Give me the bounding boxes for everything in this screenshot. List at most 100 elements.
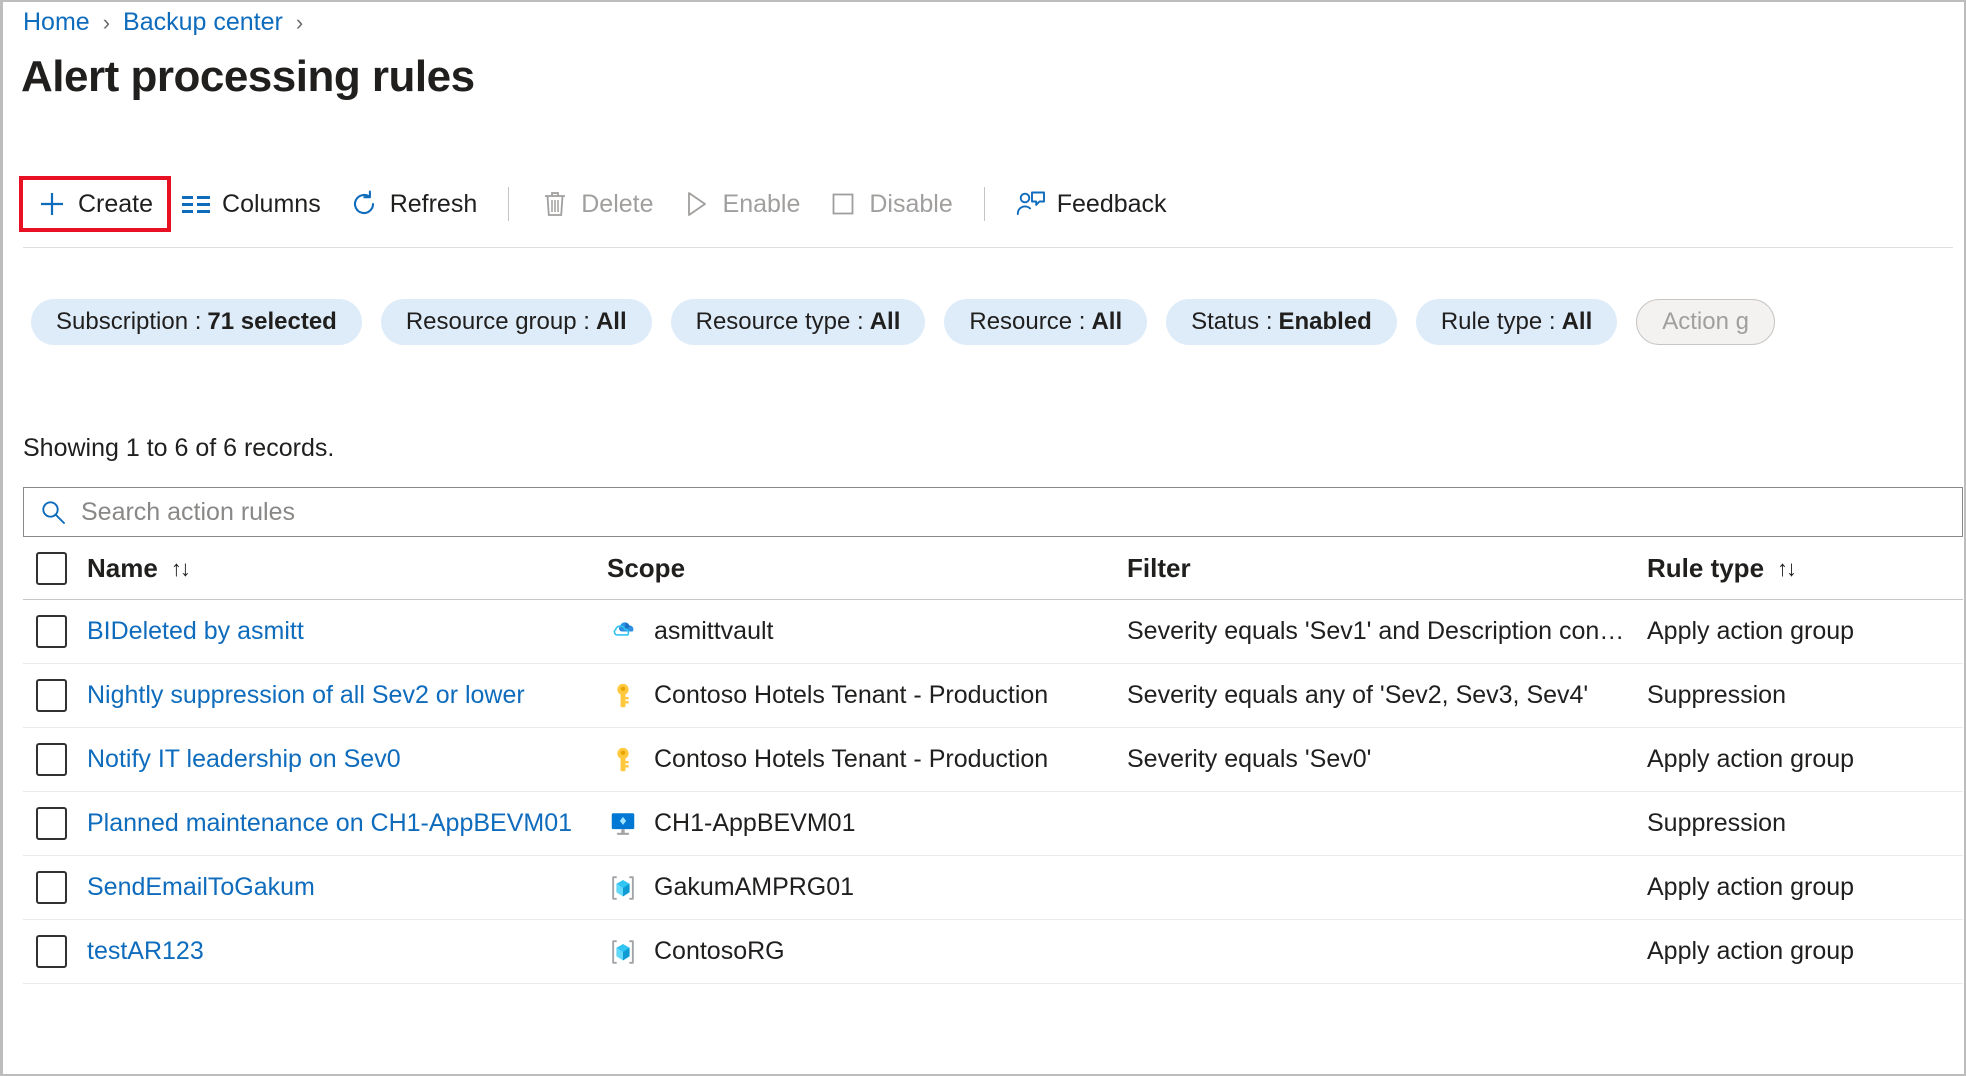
row-checkbox[interactable] (36, 807, 67, 840)
command-bar: Create Columns (23, 180, 1181, 228)
virtual-machine-icon (607, 808, 639, 840)
filter-pill-action-group-label: Action g (1662, 308, 1749, 336)
trash-icon (540, 189, 570, 219)
delete-button[interactable]: Delete (526, 180, 667, 228)
rule-type-text: Apply action group (1647, 617, 1854, 645)
filter-pill-rule-type[interactable]: Rule type : All (1416, 299, 1617, 345)
row-checkbox-cell[interactable] (31, 807, 71, 840)
table-row[interactable]: testAR123 ContosoRG Apply ac (23, 920, 1963, 984)
table-row[interactable]: Nightly suppression of all Sev2 or lower… (23, 664, 1963, 728)
row-checkbox[interactable] (36, 679, 67, 712)
row-checkbox[interactable] (36, 743, 67, 776)
filter-pill-resource-group-label: Resource group : (406, 308, 590, 336)
filter-pill-status[interactable]: Status : Enabled (1166, 299, 1397, 345)
columns-button[interactable]: Columns (167, 180, 335, 228)
cell-filter: Severity equals 'Sev1' and Description c… (1127, 617, 1647, 646)
cell-filter: Severity equals 'Sev0' (1127, 745, 1647, 774)
table-row[interactable]: Planned maintenance on CH1-AppBEVM01 CH1… (23, 792, 1963, 856)
table-row[interactable]: BIDeleted by asmitt asmittvault Severity… (23, 600, 1963, 664)
filter-pill-resource-group[interactable]: Resource group : All (381, 299, 652, 345)
toolbar-divider-line (23, 247, 1953, 248)
delete-button-label: Delete (581, 190, 653, 219)
filter-pill-action-group[interactable]: Action g (1636, 299, 1775, 345)
columns-button-label: Columns (222, 190, 321, 219)
column-header-name[interactable]: Name ↑↓ (87, 553, 607, 584)
breadcrumb-item-home[interactable]: Home (23, 10, 90, 35)
alert-processing-rules-page: Home › Backup center › Alert processing … (0, 0, 1966, 1076)
row-checkbox-cell[interactable] (31, 615, 71, 648)
rule-name-link[interactable]: Planned maintenance on CH1-AppBEVM01 (87, 809, 572, 837)
rule-type-text: Apply action group (1647, 873, 1854, 901)
filter-pill-resource-type-value: All (870, 308, 901, 336)
filter-pill-rule-type-label: Rule type : (1441, 308, 1556, 336)
column-header-rule-type-label: Rule type (1647, 553, 1764, 584)
chevron-right-icon: › (103, 12, 110, 34)
breadcrumb: Home › Backup center › (23, 10, 316, 35)
row-checkbox[interactable] (36, 871, 67, 904)
cell-rule-type: Apply action group (1647, 873, 1963, 902)
cell-name: Nightly suppression of all Sev2 or lower (87, 681, 607, 710)
cell-rule-type: Suppression (1647, 681, 1963, 710)
rule-name-link[interactable]: Nightly suppression of all Sev2 or lower (87, 681, 525, 709)
filter-pill-subscription[interactable]: Subscription : 71 selected (31, 299, 362, 345)
rule-type-text: Apply action group (1647, 937, 1854, 965)
table-row[interactable]: Notify IT leadership on Sev0 Contoso Hot… (23, 728, 1963, 792)
search-bar[interactable] (23, 487, 1963, 537)
rule-name-link[interactable]: SendEmailToGakum (87, 873, 315, 901)
filter-pill-status-label: Status : (1191, 308, 1272, 336)
sort-arrows-icon-name[interactable]: ↑↓ (171, 556, 189, 582)
cell-scope: ContosoRG (607, 936, 1127, 968)
play-triangle-icon (682, 189, 712, 219)
column-header-filter: Filter (1127, 553, 1647, 584)
rule-name-link[interactable]: testAR123 (87, 937, 204, 965)
alert-rules-table: Name ↑↓ Scope Filter Rule type ↑↓ BIDele… (23, 538, 1963, 984)
filter-pill-resource-type-label: Resource type : (696, 308, 864, 336)
feedback-button[interactable]: Feedback (1002, 180, 1181, 228)
refresh-button[interactable]: Refresh (335, 180, 492, 228)
row-checkbox-cell[interactable] (31, 743, 71, 776)
filter-pill-resource-value: All (1091, 308, 1122, 336)
stop-square-icon (828, 189, 858, 219)
refresh-button-label: Refresh (390, 190, 478, 219)
breadcrumb-item-backup-center[interactable]: Backup center (123, 10, 283, 35)
table-row[interactable]: SendEmailToGakum GakumAMPRG01 (23, 856, 1963, 920)
rule-type-text: Suppression (1647, 681, 1786, 709)
cell-scope: Contoso Hotels Tenant - Production (607, 680, 1127, 712)
recovery-services-vault-icon (607, 616, 639, 648)
rule-type-text: Apply action group (1647, 745, 1854, 773)
resource-group-icon (607, 872, 639, 904)
filter-pill-resource-type[interactable]: Resource type : All (671, 299, 926, 345)
column-header-scope: Scope (607, 553, 1127, 584)
enable-button[interactable]: Enable (668, 180, 815, 228)
scope-name: CH1-AppBEVM01 (654, 809, 855, 838)
select-all-checkbox[interactable] (36, 552, 67, 585)
column-header-rule-type[interactable]: Rule type ↑↓ (1647, 553, 1963, 584)
row-checkbox[interactable] (36, 615, 67, 648)
row-checkbox-cell[interactable] (31, 871, 71, 904)
search-input[interactable] (79, 497, 1946, 528)
filter-text: Severity equals 'Sev1' and Description c… (1127, 617, 1624, 645)
page-title: Alert processing rules (21, 52, 475, 102)
create-button[interactable]: Create (23, 180, 167, 228)
scope-name: Contoso Hotels Tenant - Production (654, 681, 1048, 710)
chevron-right-icon-2: › (296, 12, 303, 34)
filter-pill-resource[interactable]: Resource : All (944, 299, 1147, 345)
rule-name-link[interactable]: Notify IT leadership on Sev0 (87, 745, 401, 773)
filter-pill-rule-type-value: All (1562, 308, 1593, 336)
toolbar-divider-2 (984, 187, 985, 221)
row-checkbox-cell[interactable] (31, 679, 71, 712)
cell-scope: GakumAMPRG01 (607, 872, 1127, 904)
row-checkbox-cell[interactable] (31, 935, 71, 968)
refresh-icon (349, 189, 379, 219)
filter-pill-bar: Subscription : 71 selected Resource grou… (31, 299, 1775, 345)
filter-pill-subscription-value: 71 selected (207, 308, 336, 336)
disable-button[interactable]: Disable (814, 180, 966, 228)
row-checkbox[interactable] (36, 935, 67, 968)
rule-name-link[interactable]: BIDeleted by asmitt (87, 617, 304, 645)
plus-icon (37, 189, 67, 219)
cell-name: Notify IT leadership on Sev0 (87, 745, 607, 774)
scope-name: asmittvault (654, 617, 773, 646)
sort-arrows-icon-rule-type[interactable]: ↑↓ (1777, 556, 1795, 582)
select-all-checkbox-cell[interactable] (31, 552, 71, 585)
cell-name: testAR123 (87, 937, 607, 966)
